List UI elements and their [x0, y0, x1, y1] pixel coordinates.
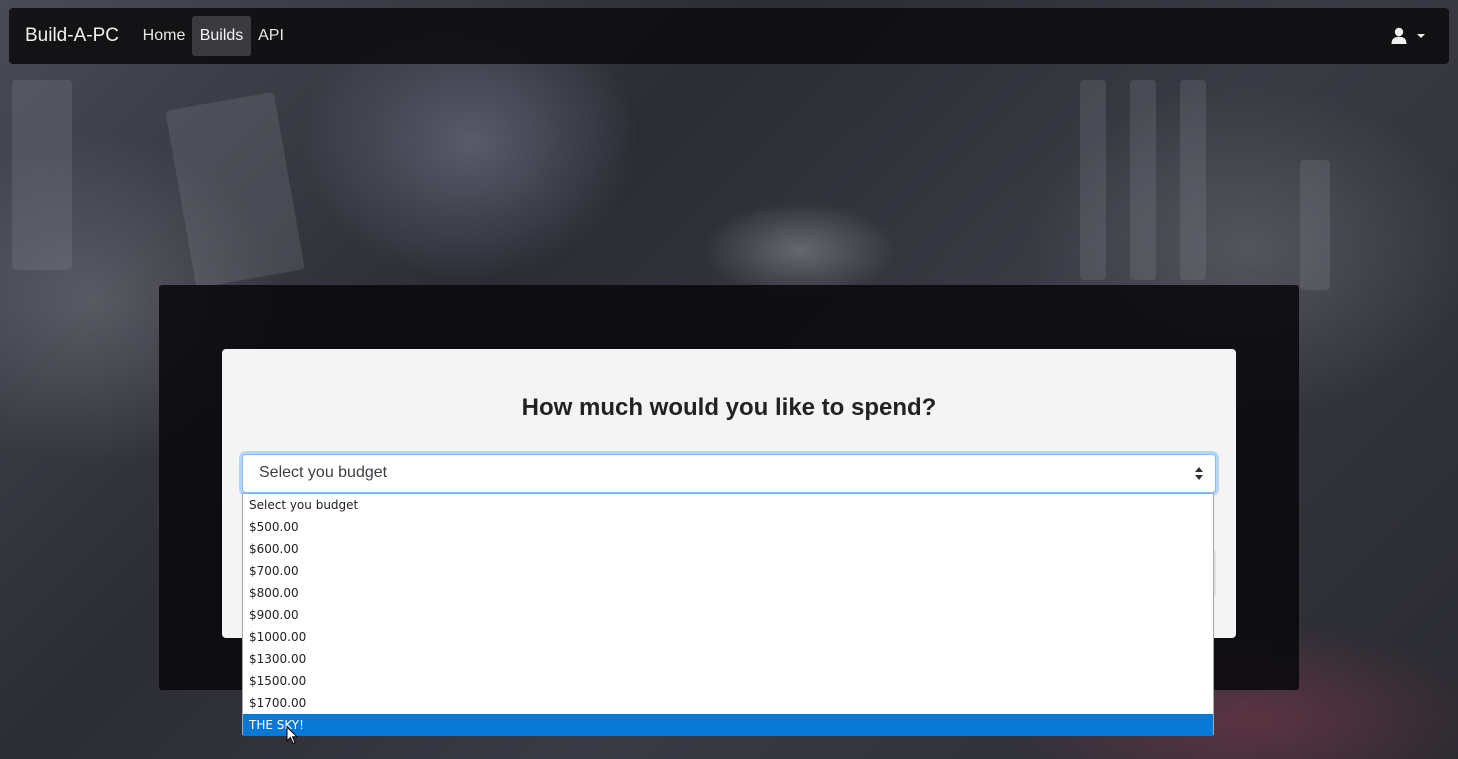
budget-option[interactable]: $700.00 — [243, 560, 1213, 582]
chevron-down-icon — [1417, 34, 1425, 38]
nav-link-api[interactable]: API — [254, 16, 288, 56]
budget-select[interactable]: Select you budget — [242, 454, 1216, 493]
budget-question-heading: How much would you like to spend? — [521, 394, 937, 421]
mouse-cursor-icon — [286, 726, 298, 745]
nav-link-builds[interactable]: Builds — [192, 16, 251, 56]
budget-option[interactable]: $1500.00 — [243, 670, 1213, 692]
bg-shape — [1300, 160, 1330, 290]
bg-shape — [165, 91, 305, 289]
budget-option[interactable]: $800.00 — [243, 582, 1213, 604]
budget-option[interactable]: Select you budget — [243, 494, 1213, 516]
nav-link-home[interactable]: Home — [135, 16, 193, 56]
bg-shape — [1180, 80, 1206, 280]
brand-logo-text[interactable]: Build-A-PC — [25, 25, 119, 47]
budget-dropdown-list: Select you budget $500.00 $600.00 $700.0… — [242, 493, 1214, 736]
budget-option[interactable]: $600.00 — [243, 538, 1213, 560]
top-navbar: Build-A-PC Home Builds API — [9, 8, 1449, 64]
budget-option[interactable]: $1300.00 — [243, 648, 1213, 670]
budget-option-highlighted[interactable]: THE SKY! — [243, 714, 1213, 736]
user-menu-dropdown[interactable] — [1391, 26, 1427, 46]
user-icon — [1391, 27, 1407, 44]
budget-option[interactable]: $1000.00 — [243, 626, 1213, 648]
bg-shape — [1130, 80, 1156, 280]
bg-shape — [1080, 80, 1106, 280]
budget-option[interactable]: $900.00 — [243, 604, 1213, 626]
select-arrows-icon — [1195, 467, 1203, 480]
bg-shape — [12, 80, 72, 270]
budget-option[interactable]: $500.00 — [243, 516, 1213, 538]
budget-select-value: Select you budget — [259, 464, 388, 481]
budget-option[interactable]: $1700.00 — [243, 692, 1213, 714]
